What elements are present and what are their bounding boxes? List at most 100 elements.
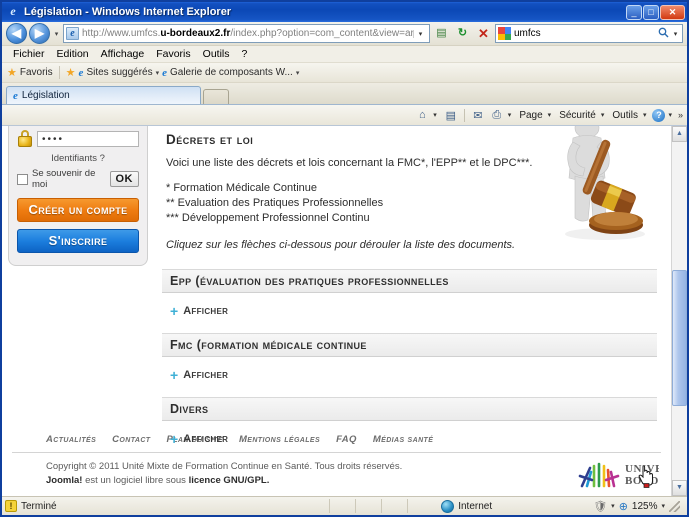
suggested-sites-label[interactable]: Sites suggérés bbox=[86, 67, 152, 78]
maximize-button[interactable]: □ bbox=[643, 4, 659, 20]
legend-epp: ** Evaluation des Pratiques Professionne… bbox=[166, 197, 384, 209]
status-cell-1 bbox=[329, 499, 355, 513]
login-panel: •••• Identifiants ? Se souvenir de moi O… bbox=[8, 126, 148, 266]
internet-explorer-icon: e bbox=[10, 4, 16, 18]
sidebar-login: •••• Identifiants ? Se souvenir de moi O… bbox=[2, 126, 154, 428]
favorites-button-label[interactable]: Favoris bbox=[20, 67, 53, 78]
university-logo-text: UNIVE BORD bbox=[625, 463, 659, 487]
ok-button[interactable]: OK bbox=[109, 171, 139, 187]
menu-item-fichier[interactable]: Fichier bbox=[8, 47, 50, 61]
gallery-label[interactable]: Galerie de composants W... bbox=[170, 67, 293, 78]
command-overflow-icon[interactable]: » bbox=[678, 110, 683, 120]
status-cell-2 bbox=[355, 499, 381, 513]
scroll-up-button[interactable]: ▲ bbox=[672, 126, 687, 142]
page-menu-label[interactable]: Page bbox=[517, 109, 544, 122]
toggle-epp[interactable]: + Afficher bbox=[170, 303, 657, 319]
new-tab-button[interactable] bbox=[203, 89, 229, 104]
remember-me-checkbox[interactable] bbox=[17, 173, 28, 185]
security-zone[interactable]: Internet bbox=[433, 499, 593, 513]
plus-icon: + bbox=[170, 367, 179, 383]
toggle-label: Afficher bbox=[183, 369, 229, 381]
register-button[interactable]: S'inscrire bbox=[17, 229, 139, 253]
menu-item-outils[interactable]: Outils bbox=[198, 47, 235, 61]
search-value: umfcs bbox=[514, 27, 541, 39]
search-dropdown-icon[interactable]: ▾ bbox=[671, 30, 680, 38]
minimize-button[interactable]: _ bbox=[626, 4, 642, 20]
vertical-scrollbar[interactable]: ▲ ▼ bbox=[671, 126, 687, 496]
status-bar: ! Terminé Internet 🛡 ▾ ⊕ 125% ▾ bbox=[2, 496, 687, 515]
zone-label: Internet bbox=[458, 500, 493, 512]
feed-icon[interactable]: ▤ bbox=[432, 24, 451, 43]
search-go-icon[interactable] bbox=[655, 27, 671, 41]
url-prefix: http://www.umfcs. bbox=[82, 27, 161, 39]
instruction-paragraph: Cliquez sur les flèches ci-dessous pour … bbox=[166, 239, 516, 251]
gallery-caret-icon[interactable]: ▾ bbox=[296, 69, 300, 77]
zoom-icon[interactable]: ⊕ bbox=[619, 500, 628, 513]
remember-me-label: Se souvenir de moi bbox=[32, 168, 96, 190]
zoom-level[interactable]: 125% bbox=[632, 501, 658, 512]
section-heading-divers: Divers bbox=[162, 397, 657, 421]
privacy-caret-icon[interactable]: ▾ bbox=[611, 502, 615, 510]
toggle-label: Afficher bbox=[183, 305, 229, 317]
feeds-icon[interactable]: ▤ bbox=[443, 109, 459, 122]
back-button[interactable]: ◀ bbox=[6, 23, 27, 44]
scroll-down-button[interactable]: ▼ bbox=[672, 480, 687, 496]
tools-caret-icon[interactable]: ▾ bbox=[643, 111, 647, 119]
zoom-caret-icon[interactable]: ▾ bbox=[661, 502, 665, 510]
url-suffix: /index.php?option=com_content&view=artic… bbox=[230, 27, 413, 39]
title-bar: e Législation - Windows Internet Explore… bbox=[2, 2, 687, 22]
plus-icon: + bbox=[170, 303, 179, 319]
url-domain: u-bordeaux2.fr bbox=[160, 27, 231, 39]
password-input[interactable]: •••• bbox=[37, 130, 139, 147]
tab-favicon-icon: e bbox=[13, 89, 18, 102]
privacy-shield-icon[interactable]: 🛡 bbox=[593, 500, 607, 513]
footer-link-contact[interactable]: Contact bbox=[112, 434, 150, 445]
menu-item-edition[interactable]: Edition bbox=[52, 47, 94, 61]
menu-item-affichage[interactable]: Affichage bbox=[96, 47, 150, 61]
menu-item-help[interactable]: ? bbox=[237, 47, 253, 61]
home-icon[interactable]: ⌂ bbox=[414, 109, 430, 121]
globe-icon bbox=[441, 499, 455, 513]
history-dropdown-icon[interactable]: ▾ bbox=[52, 30, 61, 38]
print-icon[interactable]: ⎙ bbox=[489, 109, 505, 122]
search-engine-icon bbox=[498, 27, 511, 40]
help-caret-icon[interactable]: ▾ bbox=[668, 111, 672, 119]
address-bar: ◀ ▶ ▾ e http://www.umfcs.u-bordeaux2.fr/… bbox=[2, 22, 687, 46]
footer-link-actualites[interactable]: Actualités bbox=[46, 434, 96, 445]
scrollbar-track[interactable] bbox=[672, 142, 687, 480]
section-heading-epp: Epp (évaluation des pratiques profession… bbox=[162, 269, 657, 293]
footer-bottom: Copyright © 2011 Unité Mixte de Formatio… bbox=[12, 453, 661, 490]
refresh-icon[interactable]: ↻ bbox=[453, 24, 472, 43]
plus-icon: + bbox=[170, 431, 179, 447]
forward-button[interactable]: ▶ bbox=[29, 23, 50, 44]
toggle-fmc[interactable]: + Afficher bbox=[170, 367, 657, 383]
status-cell-3 bbox=[381, 499, 407, 513]
status-right: 🛡 ▾ ⊕ 125% ▾ bbox=[593, 500, 684, 513]
print-caret-icon[interactable]: ▾ bbox=[508, 111, 512, 119]
close-button[interactable]: ✕ bbox=[660, 4, 685, 20]
create-account-button[interactable]: Créer un compte bbox=[17, 198, 139, 222]
suggested-sites-caret-icon[interactable]: ▾ bbox=[156, 69, 160, 77]
search-input[interactable]: umfcs ▾ bbox=[495, 24, 683, 43]
url-input[interactable]: e http://www.umfcs.u-bordeaux2.fr/index.… bbox=[63, 24, 430, 43]
browser-window: e Législation - Windows Internet Explore… bbox=[0, 0, 689, 517]
help-icon[interactable]: ? bbox=[652, 108, 666, 122]
resize-grip[interactable] bbox=[669, 500, 680, 512]
page-caret-icon[interactable]: ▾ bbox=[548, 111, 552, 119]
security-caret-icon[interactable]: ▾ bbox=[601, 111, 605, 119]
home-caret-icon[interactable]: ▾ bbox=[433, 111, 437, 119]
license-link[interactable]: licence GNU/GPL. bbox=[189, 475, 270, 486]
license-text: est un logiciel libre sous bbox=[82, 475, 189, 486]
tab-legislation[interactable]: e Législation bbox=[6, 86, 201, 104]
identifiants-link[interactable]: Identifiants ? bbox=[17, 153, 139, 164]
mail-icon[interactable]: ✉ bbox=[470, 109, 486, 122]
tools-menu-label[interactable]: Outils bbox=[610, 109, 640, 122]
menu-item-favoris[interactable]: Favoris bbox=[151, 47, 195, 61]
security-menu-label[interactable]: Sécurité bbox=[557, 109, 598, 122]
add-favorite-icon[interactable]: ★ bbox=[66, 66, 76, 79]
stop-icon[interactable]: ✕ bbox=[474, 24, 493, 43]
toggle-divers[interactable]: + Afficher bbox=[170, 431, 657, 447]
scrollbar-thumb[interactable] bbox=[672, 270, 687, 406]
url-dropdown-icon[interactable]: ▾ bbox=[413, 29, 427, 38]
tab-bar: e Législation bbox=[2, 83, 687, 105]
